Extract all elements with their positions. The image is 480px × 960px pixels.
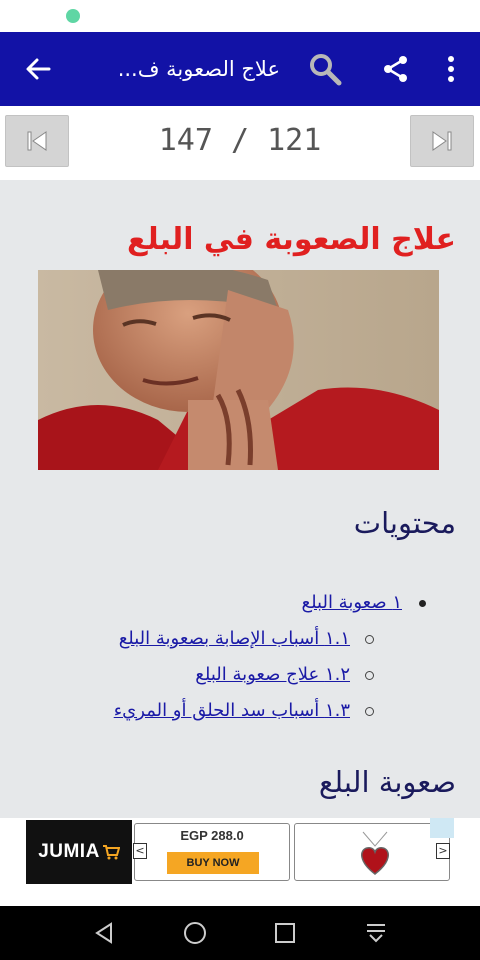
- toc-link[interactable]: ١.٣ أسباب سد الحلق أو المريء: [114, 700, 350, 721]
- nav-recents-icon[interactable]: [255, 906, 315, 960]
- notification-dot-icon: [66, 9, 80, 23]
- status-bar: [0, 0, 480, 32]
- more-vert-icon[interactable]: [434, 32, 468, 106]
- ad-price: EGP 288.0: [180, 828, 244, 843]
- skip-last-icon: [432, 131, 452, 151]
- ad-prev-button[interactable]: <: [133, 843, 147, 859]
- nav-back-icon[interactable]: [74, 906, 134, 960]
- toc-item[interactable]: ١.٢ علاج صعوبة البلع: [195, 660, 350, 690]
- ad-next-button[interactable]: >: [436, 843, 450, 859]
- last-page-button[interactable]: [410, 115, 474, 167]
- ad-product-card[interactable]: [294, 823, 450, 881]
- ad-brand: JUMIA: [38, 841, 100, 862]
- nav-notifications-icon[interactable]: [346, 906, 406, 960]
- pager-bar: 147 / 121: [0, 106, 480, 180]
- ad-banner[interactable]: JUMIA EGP 288.0 BUY NOW < >: [0, 818, 480, 906]
- bullet-icon: [365, 671, 374, 680]
- back-arrow-icon[interactable]: [14, 32, 62, 106]
- search-icon[interactable]: [302, 32, 348, 106]
- contents-heading: محتويات: [353, 506, 456, 540]
- section-heading: صعوبة البلع: [318, 765, 456, 799]
- app-title: علاج الصعوبة ف...: [117, 57, 280, 81]
- toc-link[interactable]: ١ صعوبة البلع: [302, 592, 403, 613]
- article-title: علاج الصعوبة في البلع: [126, 222, 456, 257]
- toc-item[interactable]: ١.١ أسباب الإصابة بصعوبة البلع: [119, 624, 350, 654]
- article-content[interactable]: علاج الصعوبة في البلع محتويات ١ صعوبة ال…: [0, 180, 480, 818]
- ad-choices-icon[interactable]: [430, 818, 454, 838]
- app-bar: علاج الصعوبة ف...: [0, 32, 480, 106]
- page-counter: 147 / 121: [158, 123, 322, 158]
- android-nav-bar: [0, 906, 480, 960]
- share-icon[interactable]: [374, 32, 418, 106]
- bullet-icon: [419, 600, 426, 607]
- bullet-icon: [365, 635, 374, 644]
- toc-item[interactable]: ١ صعوبة البلع: [302, 588, 403, 618]
- skip-first-icon: [27, 131, 47, 151]
- bullet-icon: [365, 707, 374, 716]
- toc-link[interactable]: ١.٢ علاج صعوبة البلع: [195, 664, 350, 685]
- buy-now-button[interactable]: BUY NOW: [167, 852, 259, 874]
- heart-pendant-image: [361, 831, 389, 875]
- first-page-button[interactable]: [5, 115, 69, 167]
- article-photo: [38, 270, 439, 470]
- nav-home-icon[interactable]: [165, 906, 225, 960]
- cart-icon: [102, 845, 120, 860]
- jumia-logo[interactable]: JUMIA: [26, 820, 132, 884]
- ad-product-card[interactable]: EGP 288.0 BUY NOW: [134, 823, 290, 881]
- toc-link[interactable]: ١.١ أسباب الإصابة بصعوبة البلع: [119, 628, 350, 649]
- toc-item[interactable]: ١.٣ أسباب سد الحلق أو المريء: [114, 696, 350, 726]
